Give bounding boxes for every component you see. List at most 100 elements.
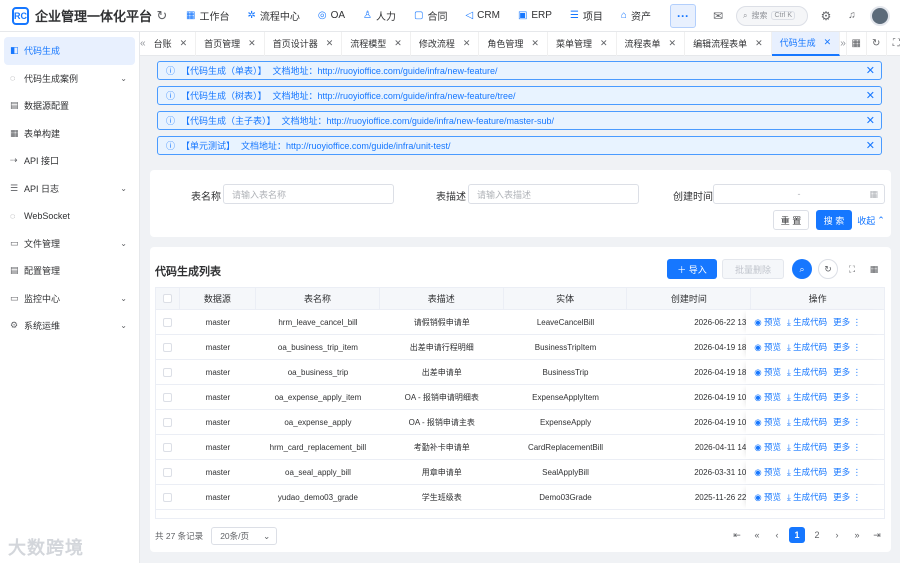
reset-button[interactable]: 重 置 <box>773 210 809 230</box>
column-header[interactable]: 表名称 <box>256 288 380 309</box>
sidebar-item-2[interactable]: ▤ 数据源配置 <box>4 92 135 120</box>
row-checkbox[interactable] <box>163 392 173 402</box>
select-all-cell[interactable] <box>156 288 180 309</box>
preview-link[interactable]: ◉ 预览 <box>754 491 781 503</box>
generate-code-link[interactable]: ⤓ 生成代码 <box>787 366 827 378</box>
tab-9[interactable]: 代码生成 ✕ <box>771 31 841 56</box>
more-actions-link[interactable]: 更多 ⋮ <box>833 366 861 378</box>
generate-code-link[interactable]: ⤓ 生成代码 <box>787 416 827 428</box>
preview-link[interactable]: ◉ 预览 <box>754 466 781 478</box>
close-icon[interactable]: ✕ <box>824 37 832 48</box>
close-icon[interactable]: ✕ <box>866 114 875 127</box>
tab-3[interactable]: 流程模型 ✕ <box>342 31 411 56</box>
more-actions-link[interactable]: 更多 ⋮ <box>833 341 861 353</box>
import-button[interactable]: ＋ 导入 <box>667 259 717 279</box>
more-menu-button[interactable]: ··· <box>669 3 696 28</box>
select-all-checkbox[interactable] <box>162 294 172 303</box>
settings-icon[interactable]: ⚙ <box>818 9 834 23</box>
preview-link[interactable]: ◉ 预览 <box>754 416 781 428</box>
sidebar-item-8[interactable]: ▤ 配置管理 <box>4 257 135 285</box>
prev-group-icon[interactable]: « <box>749 527 765 543</box>
page-size-select[interactable]: 20条/页 ⌄ <box>211 527 278 545</box>
row-checkbox[interactable] <box>163 442 173 452</box>
prev-page-icon[interactable]: ‹ <box>769 527 785 543</box>
generate-code-link[interactable]: ⤓ 生成代码 <box>787 466 827 478</box>
tab-6[interactable]: 菜单管理 ✕ <box>548 31 617 56</box>
row-select-cell[interactable] <box>156 485 180 509</box>
collapse-filter-button[interactable]: 收起 ⌃ <box>857 210 885 230</box>
row-select-cell[interactable] <box>156 360 180 384</box>
close-icon[interactable]: ✕ <box>326 38 334 49</box>
sidebar-item-1[interactable]: ◌ 代码生成案例 ⌄ <box>4 65 135 93</box>
preview-link[interactable]: ◉ 预览 <box>754 341 781 353</box>
last-page-icon[interactable]: ⇥ <box>869 527 885 543</box>
sidebar-item-3[interactable]: ▦ 表单构建 <box>4 120 135 148</box>
topnav-1[interactable]: ✲ 流程中心 <box>238 0 308 32</box>
next-page-icon[interactable]: › <box>829 527 845 543</box>
generate-code-link[interactable]: ⤓ 生成代码 <box>787 341 827 353</box>
close-icon[interactable]: ✕ <box>866 139 875 152</box>
table-desc-input[interactable]: 请输入表描述 <box>468 184 639 204</box>
sidebar-item-9[interactable]: ▭ 监控中心 ⌄ <box>4 285 135 313</box>
column-header[interactable]: 实体 <box>504 288 628 309</box>
row-checkbox[interactable] <box>163 417 173 427</box>
tab-0[interactable]: 台账 ✕ <box>146 31 197 56</box>
generate-code-link[interactable]: ⤓ 生成代码 <box>787 391 827 403</box>
chat-icon[interactable]: ✉ <box>710 9 726 23</box>
next-group-icon[interactable]: » <box>849 527 865 543</box>
sidebar-item-10[interactable]: ⚙ 系统运维 ⌄ <box>4 312 135 340</box>
user-avatar[interactable] <box>870 5 890 26</box>
more-actions-link[interactable]: 更多 ⋮ <box>833 441 861 453</box>
preview-link[interactable]: ◉ 预览 <box>754 391 781 403</box>
close-icon[interactable]: ✕ <box>180 38 188 49</box>
more-actions-link[interactable]: 更多 ⋮ <box>833 316 861 328</box>
topnav-0[interactable]: ▦ 工作台 <box>177 0 238 32</box>
column-header[interactable]: 表描述 <box>380 288 504 309</box>
generate-code-link[interactable]: ⤓ 生成代码 <box>787 316 827 328</box>
preview-link[interactable]: ◉ 预览 <box>754 316 781 328</box>
topnav-3[interactable]: ♙ 人力 <box>354 0 405 32</box>
row-checkbox[interactable] <box>163 342 173 352</box>
global-search[interactable]: ⌕ 搜索 Ctrl K <box>736 5 808 26</box>
tab-8[interactable]: 编辑流程表单 ✕ <box>685 31 772 56</box>
sidebar-item-0[interactable]: ◧ 代码生成 <box>4 37 135 65</box>
first-page-icon[interactable]: ⇤ <box>729 527 745 543</box>
sidebar-item-4[interactable]: ⇢ API 接口 <box>4 147 135 175</box>
row-checkbox[interactable] <box>163 367 173 377</box>
more-actions-link[interactable]: 更多 ⋮ <box>833 491 861 503</box>
topnav-8[interactable]: ⌂ 资产 <box>612 0 660 32</box>
row-select-cell[interactable] <box>156 410 180 434</box>
close-icon[interactable]: ✕ <box>866 89 875 102</box>
preview-link[interactable]: ◉ 预览 <box>754 366 781 378</box>
close-icon[interactable]: ✕ <box>531 38 539 49</box>
search-button[interactable]: 搜 索 <box>816 210 852 230</box>
batch-delete-button[interactable]: 批量删除 <box>722 259 784 279</box>
sidebar-item-6[interactable]: ◌ WebSocket <box>4 202 135 230</box>
created-time-range[interactable]: - ▦ <box>713 184 885 204</box>
row-checkbox[interactable] <box>163 317 173 327</box>
more-actions-link[interactable]: 更多 ⋮ <box>833 466 861 478</box>
table-name-input[interactable]: 请输入表名称 <box>223 184 394 204</box>
more-actions-link[interactable]: 更多 ⋮ <box>833 416 861 428</box>
row-checkbox[interactable] <box>163 467 173 477</box>
page-1-button[interactable]: 1 <box>789 527 805 543</box>
refresh-icon[interactable]: ↻ <box>153 8 171 24</box>
row-select-cell[interactable] <box>156 435 180 459</box>
close-icon[interactable]: ✕ <box>463 38 471 49</box>
topnav-7[interactable]: ☰ 项目 <box>561 0 612 32</box>
row-select-cell[interactable] <box>156 460 180 484</box>
toggle-search-icon[interactable]: ⌕ <box>792 259 812 279</box>
sidebar-item-5[interactable]: ☰ API 日志 ⌄ <box>4 175 135 203</box>
generate-code-link[interactable]: ⤓ 生成代码 <box>787 491 827 503</box>
page-2-button[interactable]: 2 <box>809 527 825 543</box>
close-icon[interactable]: ✕ <box>755 38 763 49</box>
app-logo[interactable]: RC 企业管理一体化平台 <box>12 6 152 25</box>
more-actions-link[interactable]: 更多 ⋮ <box>833 391 861 403</box>
row-select-cell[interactable] <box>156 385 180 409</box>
tab-grid-icon[interactable]: ▦ <box>845 31 866 56</box>
topnav-4[interactable]: ▢ 合同 <box>405 0 456 32</box>
close-icon[interactable]: ✕ <box>669 38 677 49</box>
preview-link[interactable]: ◉ 预览 <box>754 441 781 453</box>
close-icon[interactable]: ✕ <box>600 38 608 49</box>
topnav-5[interactable]: ◁ CRM <box>456 0 508 32</box>
